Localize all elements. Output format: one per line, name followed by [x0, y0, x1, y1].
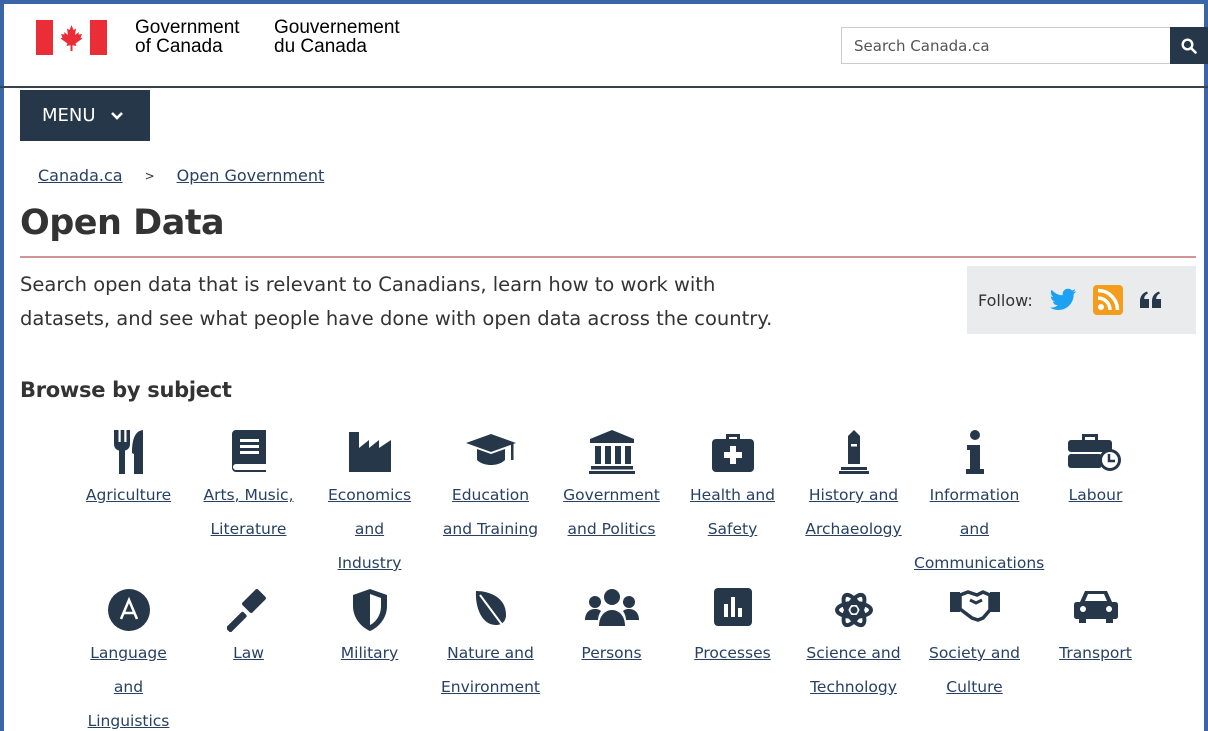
subject-label: Environment: [441, 678, 540, 696]
subject-health[interactable]: Health and Safety: [672, 430, 793, 546]
subject-label: Nature and: [447, 644, 534, 662]
signature-fr-line2: du Canada: [274, 36, 367, 57]
subject-military[interactable]: Military: [309, 588, 430, 670]
search-box: [841, 27, 1171, 64]
subject-label: Economics: [327, 486, 412, 504]
subject-label: Science and: [806, 644, 901, 662]
subject-label: and: [113, 678, 144, 696]
subject-label: Transport: [1059, 644, 1132, 662]
subject-nature[interactable]: Nature and Environment: [430, 588, 551, 704]
subject-government[interactable]: Government and Politics: [551, 430, 672, 546]
institution-icon: [588, 430, 635, 474]
subject-arts[interactable]: Arts, Music, Literature: [188, 430, 309, 546]
shield-icon: [352, 589, 387, 631]
subject-label: Society and: [928, 644, 1021, 662]
subject-society[interactable]: Society and Culture: [914, 588, 1035, 704]
factory-icon: [348, 432, 391, 472]
subject-label: Technology: [810, 678, 897, 696]
breadcrumb: Canada.ca > Open Government: [38, 166, 324, 185]
browse-heading: Browse by subject: [20, 378, 232, 402]
subject-label: Archaeology: [805, 520, 902, 538]
signature-en-line2: of Canada: [135, 36, 223, 57]
subject-label: Agriculture: [85, 486, 172, 504]
search-button[interactable]: [1170, 27, 1208, 64]
info-icon: [965, 430, 984, 474]
twitter-icon[interactable]: [1049, 288, 1077, 312]
book-icon: [231, 430, 266, 472]
subject-economics[interactable]: Economics and Industry: [309, 430, 430, 580]
subject-label: History and: [808, 486, 899, 504]
intro-line-1: Search open data that is relevant to Can…: [20, 273, 716, 296]
subject-label: Communications: [914, 554, 1045, 572]
subject-label: Language: [90, 644, 167, 662]
search-icon: [1181, 37, 1197, 54]
bar-chart-icon: [713, 588, 752, 626]
search-input[interactable]: [842, 28, 1170, 63]
subject-label: Processes: [694, 644, 771, 662]
subject-language[interactable]: Language and Linguistics: [68, 588, 189, 731]
menu-button[interactable]: MENU: [20, 90, 150, 141]
language-icon: [107, 589, 150, 631]
subject-science[interactable]: Science and Technology: [793, 588, 914, 704]
subject-label: Safety: [707, 520, 758, 538]
intro-line-2: datasets, and see what people have done …: [20, 307, 773, 330]
subject-label: Industry: [337, 554, 402, 572]
subject-label: Arts, Music,: [203, 486, 294, 504]
subject-label: Government: [563, 486, 660, 504]
subject-label: Military: [340, 644, 399, 662]
breadcrumb-link-canada[interactable]: Canada.ca: [38, 166, 123, 185]
subject-label: and Training: [442, 520, 539, 538]
subject-label: Information: [929, 486, 1020, 504]
subject-processes[interactable]: Processes: [672, 588, 793, 670]
quote-icon[interactable]: [1139, 291, 1163, 309]
signature-fr-line1: Gouvernement: [274, 17, 400, 38]
subject-label: and: [959, 520, 990, 538]
subject-history[interactable]: History and Archaeology: [793, 430, 914, 546]
title-underline: [20, 256, 1196, 258]
subject-persons[interactable]: Persons: [551, 588, 672, 670]
follow-label: Follow:: [978, 290, 1033, 310]
breadcrumb-separator: >: [144, 169, 155, 183]
leaf-icon: [475, 591, 506, 627]
gavel-icon: [226, 589, 266, 632]
chevron-down-icon: [110, 111, 123, 120]
atom-icon: [834, 592, 873, 628]
subject-information[interactable]: Information and Communications: [914, 430, 1045, 580]
menu-label: MENU: [42, 105, 96, 126]
site-header: Government of Canada Gouvernement du Can…: [0, 0, 1208, 88]
subject-label: and Politics: [567, 520, 656, 538]
monument-icon: [838, 430, 869, 474]
handshake-icon: [949, 590, 1000, 622]
subject-label: Law: [233, 644, 264, 662]
utensils-icon: [113, 430, 143, 474]
page-intro: Search open data that is relevant to Can…: [20, 268, 800, 336]
breadcrumb-link-open-government[interactable]: Open Government: [177, 166, 325, 185]
subject-label: Labour: [1068, 486, 1123, 504]
subject-label: Culture: [946, 678, 1003, 696]
subject-education[interactable]: Education and Training: [430, 430, 551, 546]
subject-labour[interactable]: Labour: [1035, 430, 1156, 512]
signature-english[interactable]: Government of Canada: [135, 18, 240, 56]
toolbox-clock-icon: [1067, 434, 1121, 471]
follow-panel: Follow:: [967, 266, 1196, 334]
subject-law[interactable]: Law: [188, 588, 309, 670]
users-icon: [584, 589, 639, 626]
subject-transport[interactable]: Transport: [1035, 588, 1156, 670]
graduation-cap-icon: [465, 434, 516, 465]
signature-en-line1: Government: [135, 17, 240, 38]
subject-label: Literature: [210, 520, 287, 538]
medkit-icon: [711, 434, 754, 472]
subject-label: Linguistics: [87, 712, 170, 730]
subject-label: Education: [451, 486, 530, 504]
subject-agriculture[interactable]: Agriculture: [68, 430, 189, 512]
subject-label: Persons: [581, 644, 642, 662]
subject-label: and: [354, 520, 385, 538]
signature-french[interactable]: Gouvernement du Canada: [274, 18, 400, 56]
page-title: Open Data: [20, 203, 225, 243]
rss-icon[interactable]: [1092, 285, 1123, 315]
subject-label: Health and: [690, 486, 775, 504]
canada-flag-icon: [36, 20, 107, 55]
car-icon: [1073, 591, 1118, 623]
